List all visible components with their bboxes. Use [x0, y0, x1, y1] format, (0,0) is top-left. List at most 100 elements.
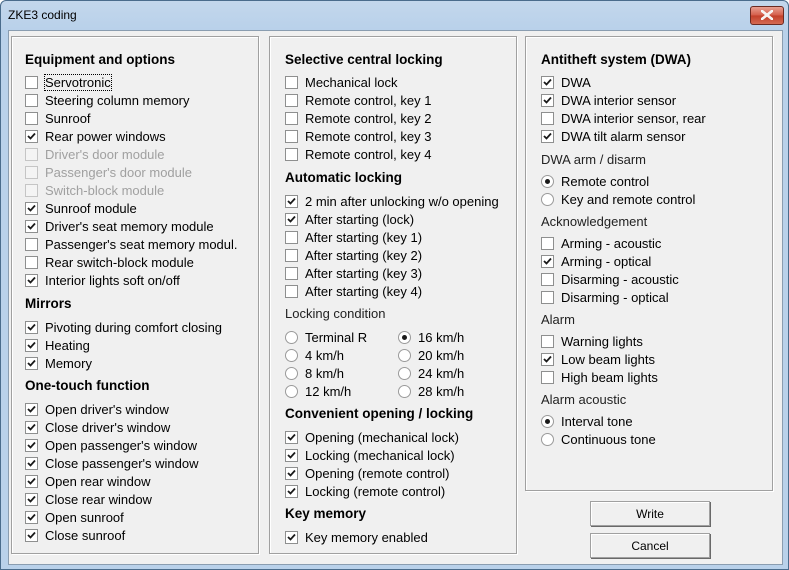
- checkbox-unchecked[interactable]: [541, 334, 554, 348]
- checkbox-checked[interactable]: [285, 530, 298, 544]
- checkbox-checked[interactable]: [25, 320, 38, 334]
- radio-unselected[interactable]: [285, 330, 298, 344]
- checkbox-item[interactable]: Sunroof: [25, 109, 91, 127]
- radio-unselected[interactable]: [398, 366, 411, 380]
- radio-option[interactable]: Terminal R: [285, 328, 367, 346]
- checkbox-item[interactable]: After starting (lock): [285, 210, 414, 228]
- radio-selected[interactable]: [541, 414, 554, 428]
- checkbox-unchecked[interactable]: [25, 75, 38, 89]
- checkbox-item[interactable]: Arming - optical: [541, 252, 651, 270]
- radio-unselected[interactable]: [398, 384, 411, 398]
- checkbox-checked[interactable]: [25, 402, 38, 416]
- checkbox-unchecked[interactable]: [285, 248, 298, 262]
- radio-option[interactable]: Interval tone: [541, 412, 633, 430]
- radio-option[interactable]: 28 km/h: [398, 382, 464, 400]
- checkbox-item[interactable]: Remote control, key 3: [285, 127, 431, 145]
- checkbox-item[interactable]: Heating: [25, 336, 90, 354]
- checkbox-item[interactable]: Opening (remote control): [285, 464, 450, 482]
- cancel-button[interactable]: Cancel: [590, 533, 710, 558]
- radio-option[interactable]: 12 km/h: [285, 382, 351, 400]
- checkbox-checked[interactable]: [541, 93, 554, 107]
- checkbox-item[interactable]: Close driver's window: [25, 418, 170, 436]
- checkbox-item[interactable]: After starting (key 3): [285, 264, 422, 282]
- radio-option[interactable]: 8 km/h: [285, 364, 344, 382]
- checkbox-item[interactable]: Remote control, key 1: [285, 91, 431, 109]
- checkbox-item[interactable]: Open passenger's window: [25, 436, 197, 454]
- checkbox-item[interactable]: After starting (key 2): [285, 246, 422, 264]
- checkbox-checked[interactable]: [541, 75, 554, 89]
- checkbox-item[interactable]: 2 min after unlocking w/o opening: [285, 192, 499, 210]
- checkbox-checked[interactable]: [25, 338, 38, 352]
- checkbox-unchecked[interactable]: [285, 284, 298, 298]
- checkbox-checked[interactable]: [25, 510, 38, 524]
- title-bar[interactable]: ZKE3 coding: [1, 1, 788, 29]
- checkbox-checked[interactable]: [25, 129, 38, 143]
- checkbox-item[interactable]: Warning lights: [541, 332, 643, 350]
- checkbox-unchecked[interactable]: [541, 370, 554, 384]
- radio-selected[interactable]: [398, 330, 411, 344]
- checkbox-checked[interactable]: [25, 219, 38, 233]
- radio-option[interactable]: Remote control: [541, 172, 649, 190]
- radio-unselected[interactable]: [541, 432, 554, 446]
- checkbox-item[interactable]: Remote control, key 2: [285, 109, 431, 127]
- checkbox-item[interactable]: Disarming - acoustic: [541, 270, 679, 288]
- checkbox-checked[interactable]: [285, 484, 298, 498]
- checkbox-unchecked[interactable]: [285, 111, 298, 125]
- checkbox-unchecked[interactable]: [25, 93, 38, 107]
- checkbox-item[interactable]: DWA interior sensor: [541, 91, 676, 109]
- checkbox-checked[interactable]: [25, 528, 38, 542]
- checkbox-unchecked[interactable]: [285, 93, 298, 107]
- radio-selected[interactable]: [541, 174, 554, 188]
- checkbox-checked[interactable]: [25, 356, 38, 370]
- checkbox-checked[interactable]: [285, 212, 298, 226]
- checkbox-item[interactable]: Key memory enabled: [285, 528, 428, 546]
- close-button[interactable]: [750, 6, 784, 25]
- checkbox-unchecked[interactable]: [285, 129, 298, 143]
- checkbox-unchecked[interactable]: [25, 111, 38, 125]
- checkbox-item[interactable]: Close rear window: [25, 490, 152, 508]
- checkbox-checked[interactable]: [25, 273, 38, 287]
- radio-option[interactable]: 4 km/h: [285, 346, 344, 364]
- checkbox-item[interactable]: DWA interior sensor, rear: [541, 109, 706, 127]
- checkbox-checked[interactable]: [541, 352, 554, 366]
- checkbox-unchecked[interactable]: [285, 230, 298, 244]
- checkbox-item[interactable]: High beam lights: [541, 368, 658, 386]
- radio-option[interactable]: 20 km/h: [398, 346, 464, 364]
- checkbox-unchecked[interactable]: [541, 236, 554, 250]
- radio-unselected[interactable]: [285, 384, 298, 398]
- checkbox-unchecked[interactable]: [541, 290, 554, 304]
- checkbox-item[interactable]: Servotronic: [25, 73, 112, 91]
- checkbox-item[interactable]: Open sunroof: [25, 508, 124, 526]
- checkbox-checked[interactable]: [25, 474, 38, 488]
- checkbox-checked[interactable]: [25, 438, 38, 452]
- checkbox-item[interactable]: DWA tilt alarm sensor: [541, 127, 686, 145]
- checkbox-item[interactable]: DWA: [541, 73, 591, 91]
- checkbox-checked[interactable]: [285, 430, 298, 444]
- radio-option[interactable]: 16 km/h: [398, 328, 464, 346]
- checkbox-item[interactable]: Interior lights soft on/off: [25, 271, 180, 289]
- checkbox-item[interactable]: Open driver's window: [25, 400, 169, 418]
- checkbox-unchecked[interactable]: [541, 272, 554, 286]
- checkbox-checked[interactable]: [25, 420, 38, 434]
- checkbox-unchecked[interactable]: [25, 237, 38, 251]
- checkbox-item[interactable]: Rear switch-block module: [25, 253, 194, 271]
- write-button[interactable]: Write: [590, 501, 710, 526]
- checkbox-item[interactable]: After starting (key 1): [285, 228, 422, 246]
- checkbox-item[interactable]: Steering column memory: [25, 91, 190, 109]
- checkbox-item[interactable]: Remote control, key 4: [285, 145, 431, 163]
- checkbox-item[interactable]: Pivoting during comfort closing: [25, 318, 222, 336]
- checkbox-unchecked[interactable]: [285, 75, 298, 89]
- checkbox-unchecked[interactable]: [285, 147, 298, 161]
- checkbox-item[interactable]: Driver's seat memory module: [25, 217, 214, 235]
- radio-option[interactable]: 24 km/h: [398, 364, 464, 382]
- checkbox-item[interactable]: Opening (mechanical lock): [285, 428, 459, 446]
- radio-unselected[interactable]: [285, 366, 298, 380]
- checkbox-item[interactable]: Rear power windows: [25, 127, 166, 145]
- checkbox-checked[interactable]: [25, 201, 38, 215]
- checkbox-item[interactable]: Arming - acoustic: [541, 234, 661, 252]
- checkbox-item[interactable]: Mechanical lock: [285, 73, 398, 91]
- checkbox-item[interactable]: Close sunroof: [25, 526, 125, 544]
- checkbox-checked[interactable]: [25, 492, 38, 506]
- checkbox-item[interactable]: Locking (mechanical lock): [285, 446, 455, 464]
- checkbox-checked[interactable]: [25, 456, 38, 470]
